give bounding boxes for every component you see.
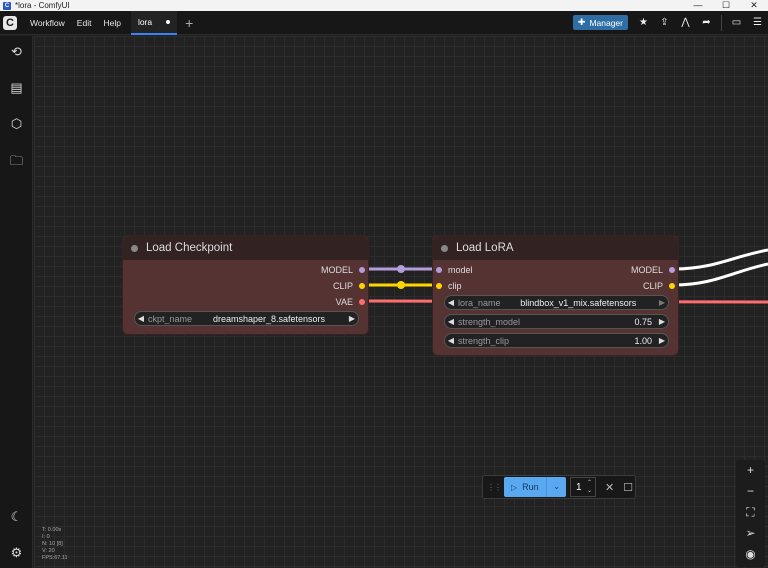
ckpt-name-label: ckpt_name xyxy=(148,313,193,324)
node-status-dot-icon xyxy=(131,244,138,252)
stepper-icon[interactable]: ⌃ ⌄ xyxy=(587,479,592,495)
node-status-dot-icon xyxy=(441,244,448,252)
queue-list-icon[interactable]: ▤ xyxy=(0,80,33,96)
menubar: C Workflow Edit Help lora + ✚ Manager ★ … xyxy=(0,10,768,35)
input-model-label: model xyxy=(448,265,473,275)
output-vae-slot[interactable] xyxy=(359,299,365,305)
stat-line: T: 0.00s xyxy=(42,527,62,533)
toggle-links-eye-icon[interactable]: ◉ xyxy=(736,544,765,565)
select-cursor-icon[interactable]: ➢ xyxy=(736,523,765,544)
theme-moon-icon[interactable]: ☾ xyxy=(0,509,33,525)
input-clip-slot[interactable] xyxy=(436,283,442,289)
workflow-tab[interactable]: lora xyxy=(130,10,178,35)
share-icon[interactable]: ➦ xyxy=(696,17,717,28)
toolbar-divider xyxy=(721,14,722,31)
upload-icon[interactable]: ⇪ xyxy=(654,17,675,28)
window-title: *lora - ComfyUI xyxy=(15,1,70,10)
run-label: Run xyxy=(522,482,539,492)
load-checkpoint-header[interactable]: Load Checkpoint xyxy=(123,236,368,260)
node-title: Load Checkpoint xyxy=(146,242,233,254)
output-model-slot[interactable] xyxy=(669,267,675,273)
workflows-folder-icon[interactable]: 🗀 xyxy=(0,152,33,174)
strength-clip-number[interactable]: ◀ strength_clip 1.00 ▶ xyxy=(444,333,669,348)
output-clip-slot[interactable] xyxy=(669,283,675,289)
strength-clip-label: strength_clip xyxy=(458,335,510,346)
lora-name-label: lora_name xyxy=(458,297,501,308)
batch-count-input[interactable]: 1 ⌃ ⌄ xyxy=(570,477,596,497)
stat-line: N: 10 [8] xyxy=(42,541,63,547)
output-model-label: MODEL xyxy=(630,265,663,275)
menu-workflow[interactable]: Workflow xyxy=(24,18,71,28)
increment-icon[interactable]: ▶ xyxy=(656,336,668,345)
left-sidebar: ⟲ ▤ ⬡ 🗀 ☾ ⚙ xyxy=(0,36,33,568)
workflow-tab-label: lora xyxy=(137,16,153,27)
menu-edit[interactable]: Edit xyxy=(71,18,98,28)
unsaved-dot-icon xyxy=(166,19,171,24)
strength-model-value: 0.75 xyxy=(634,316,652,327)
batch-count-value: 1 xyxy=(576,481,582,493)
combo-prev-icon[interactable]: ◀ xyxy=(445,298,457,307)
stop-square-icon[interactable]: ☐ xyxy=(623,481,633,494)
strength-model-label: strength_model xyxy=(458,316,521,327)
zoom-out-icon[interactable]: − xyxy=(736,481,765,502)
output-vae-label: VAE xyxy=(335,297,353,307)
close-button[interactable]: ✕ xyxy=(740,0,768,11)
output-model-slot[interactable] xyxy=(359,267,365,273)
canvas-controls: + − ⛶ ➢ ◉ xyxy=(736,460,765,567)
drag-handle-icon[interactable]: ⋮⋮ xyxy=(487,483,502,492)
menu-help[interactable]: Help xyxy=(97,18,126,28)
minimize-button[interactable]: — xyxy=(684,0,712,11)
node-library-cube-icon[interactable]: ⬡ xyxy=(0,116,33,132)
lora-name-value: blindbox_v1_mix.safetensors xyxy=(520,297,637,308)
manager-label: Manager xyxy=(589,17,623,28)
ckpt-name-value: dreamshaper_8.safetensors xyxy=(212,313,326,324)
add-tab-button[interactable]: + xyxy=(185,11,193,35)
comfyui-logo-icon[interactable]: C xyxy=(3,15,17,30)
play-icon: ▷ xyxy=(511,482,518,492)
combo-prev-icon[interactable]: ◀ xyxy=(135,314,147,323)
output-clip-label: CLIP xyxy=(332,281,353,291)
node-title: Load LoRA xyxy=(456,242,514,254)
window-titlebar: C *lora - ComfyUI — ☐ ✕ xyxy=(0,0,768,11)
maximize-button[interactable]: ☐ xyxy=(712,0,740,11)
app-icon: C xyxy=(3,1,11,10)
load-lora-header[interactable]: Load LoRA xyxy=(433,236,678,260)
puzzle-icon: ✚ xyxy=(577,17,586,27)
settings-gear-icon[interactable]: ⚙ xyxy=(0,545,33,561)
queue-run-bar: ⋮⋮ ▷ Run ⌄ 1 ⌃ ⌄ ✕ ☐ xyxy=(482,475,636,499)
zoom-in-icon[interactable]: + xyxy=(736,460,765,481)
output-model-label: MODEL xyxy=(320,265,353,275)
combo-next-icon[interactable]: ▶ xyxy=(346,314,358,323)
render-stats: T: 0.00s I: 0 N: 10 [8] V: 20 FPS:67.11 xyxy=(42,527,68,562)
manager-button[interactable]: ✚ Manager xyxy=(572,15,628,30)
load-lora-node[interactable]: Load LoRA model clip MODEL CLIP ◀ lora_n… xyxy=(432,235,679,356)
hamburger-menu-icon[interactable]: ☰ xyxy=(747,17,768,28)
cancel-x-icon[interactable]: ✕ xyxy=(605,481,614,494)
stat-line: FPS:67.11 xyxy=(42,555,68,561)
input-model-slot[interactable] xyxy=(436,267,442,273)
strength-clip-value: 1.00 xyxy=(634,335,652,346)
decrement-icon[interactable]: ◀ xyxy=(445,317,457,326)
lora-name-combo[interactable]: ◀ lora_name blindbox_v1_mix.safetensors … xyxy=(444,295,669,310)
stat-line: V: 20 xyxy=(42,548,55,554)
chevron-down-icon[interactable]: ⌄ xyxy=(546,477,560,497)
strength-model-number[interactable]: ◀ strength_model 0.75 ▶ xyxy=(444,314,669,329)
star-icon[interactable]: ★ xyxy=(633,17,654,28)
input-clip-label: clip xyxy=(448,281,462,291)
stat-line: I: 0 xyxy=(42,534,50,540)
model-hub-icon[interactable]: ⋀ xyxy=(675,17,696,28)
output-clip-label: CLIP xyxy=(642,281,663,291)
increment-icon[interactable]: ▶ xyxy=(656,317,668,326)
fit-view-icon[interactable]: ⛶ xyxy=(736,502,765,523)
history-icon[interactable]: ⟲ xyxy=(0,44,33,60)
output-clip-slot[interactable] xyxy=(359,283,365,289)
load-checkpoint-node[interactable]: Load Checkpoint MODEL CLIP VAE ◀ ckpt_na… xyxy=(122,235,369,335)
combo-next-icon[interactable]: ▶ xyxy=(656,298,668,307)
graph-canvas[interactable]: Load Checkpoint MODEL CLIP VAE ◀ ckpt_na… xyxy=(34,36,768,568)
ckpt-name-combo[interactable]: ◀ ckpt_name dreamshaper_8.safetensors ▶ xyxy=(134,311,359,326)
toggle-panel-icon[interactable]: ▭ xyxy=(726,17,747,28)
window-controls: — ☐ ✕ xyxy=(684,0,768,11)
run-button[interactable]: ▷ Run ⌄ xyxy=(504,477,566,497)
decrement-icon[interactable]: ◀ xyxy=(445,336,457,345)
